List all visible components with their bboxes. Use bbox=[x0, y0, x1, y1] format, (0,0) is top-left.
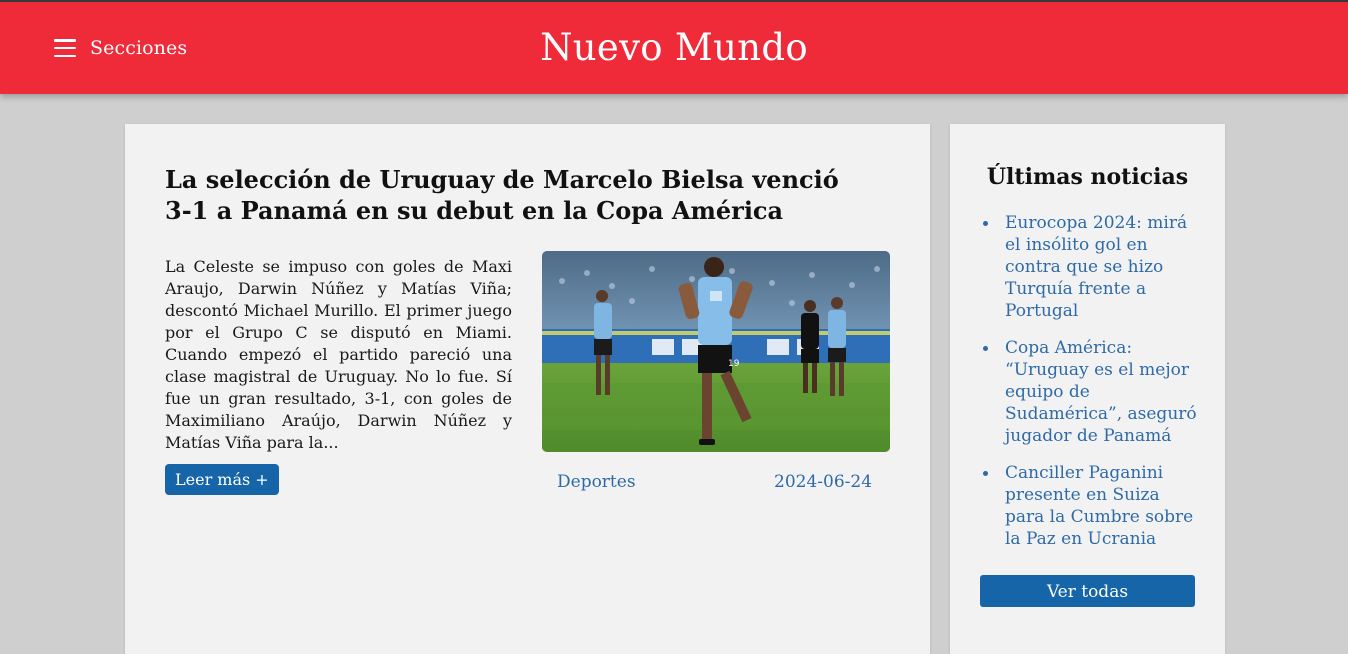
read-more-button[interactable]: Leer más + bbox=[165, 464, 279, 495]
bullet-icon bbox=[983, 471, 988, 476]
article-category-link[interactable]: Deportes bbox=[557, 472, 636, 492]
article-title[interactable]: La selección de Uruguay de Marcelo Biels… bbox=[165, 164, 865, 226]
latest-news-heading: Últimas noticias bbox=[986, 164, 1189, 190]
bullet-icon bbox=[983, 221, 988, 226]
latest-news-item-label: Canciller Paganini presente en Suiza par… bbox=[1005, 463, 1194, 549]
bullet-icon bbox=[983, 346, 988, 351]
latest-news-sidebar: Últimas noticias Eurocopa 2024: mirá el … bbox=[950, 124, 1225, 654]
article-excerpt: La Celeste se impuso con goles de Maxi A… bbox=[165, 257, 512, 452]
latest-news-item[interactable]: Copa América: “Uruguay es el mejor equip… bbox=[980, 337, 1200, 447]
latest-news-list: Eurocopa 2024: mirá el insólito gol en c… bbox=[980, 212, 1200, 565]
svg-text:19: 19 bbox=[728, 359, 740, 369]
site-header: Secciones Nuevo Mundo bbox=[0, 2, 1348, 94]
see-all-news-button[interactable]: Ver todas bbox=[980, 575, 1195, 607]
article-photo[interactable]: 19 bbox=[542, 251, 890, 452]
latest-news-item[interactable]: Canciller Paganini presente en Suiza par… bbox=[980, 462, 1200, 550]
latest-news-item-label: Copa América: “Uruguay es el mejor equip… bbox=[1005, 338, 1197, 446]
latest-news-item-label: Eurocopa 2024: mirá el insólito gol en c… bbox=[1005, 213, 1188, 321]
site-logo-title[interactable]: Nuevo Mundo bbox=[0, 26, 1348, 69]
article-date: 2024-06-24 bbox=[774, 472, 873, 492]
featured-article-card: La selección de Uruguay de Marcelo Biels… bbox=[125, 124, 930, 654]
latest-news-item[interactable]: Eurocopa 2024: mirá el insólito gol en c… bbox=[980, 212, 1200, 322]
